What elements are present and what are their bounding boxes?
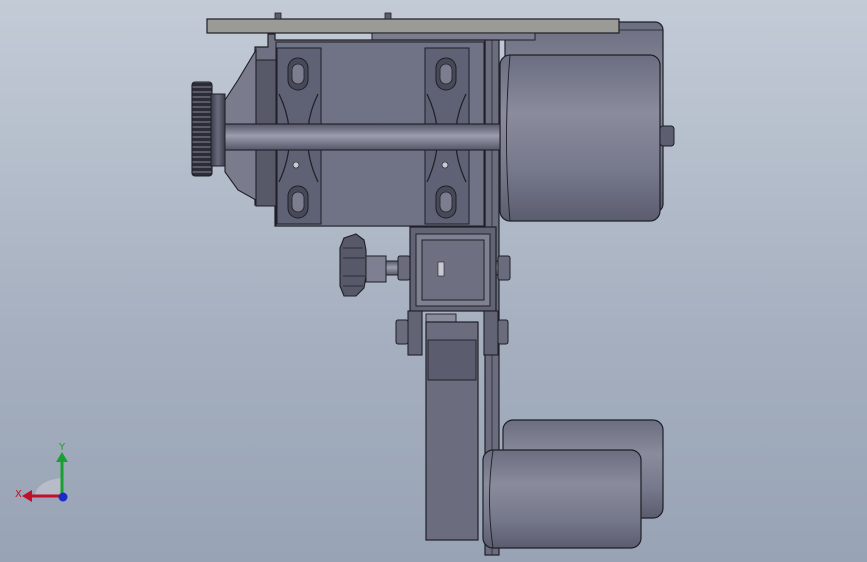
z-axis-dot	[58, 492, 68, 502]
reference-triad: Y X	[15, 442, 68, 502]
x-axis-arrowhead	[22, 490, 32, 502]
shaft[interactable]	[221, 123, 501, 151]
motor-front[interactable]	[499, 54, 675, 222]
triad-plane-shading	[34, 478, 62, 496]
timing-pulley[interactable]	[191, 81, 226, 177]
roller-front[interactable]	[482, 449, 642, 549]
model-view[interactable]	[0, 0, 867, 562]
x-axis-label: X	[15, 489, 22, 500]
clamp-block[interactable]	[409, 226, 497, 312]
graphics-viewport[interactable]: Y X	[0, 0, 867, 562]
support-column[interactable]	[425, 321, 479, 541]
y-axis-label: Y	[58, 442, 66, 453]
y-axis-arrowhead	[56, 452, 68, 462]
